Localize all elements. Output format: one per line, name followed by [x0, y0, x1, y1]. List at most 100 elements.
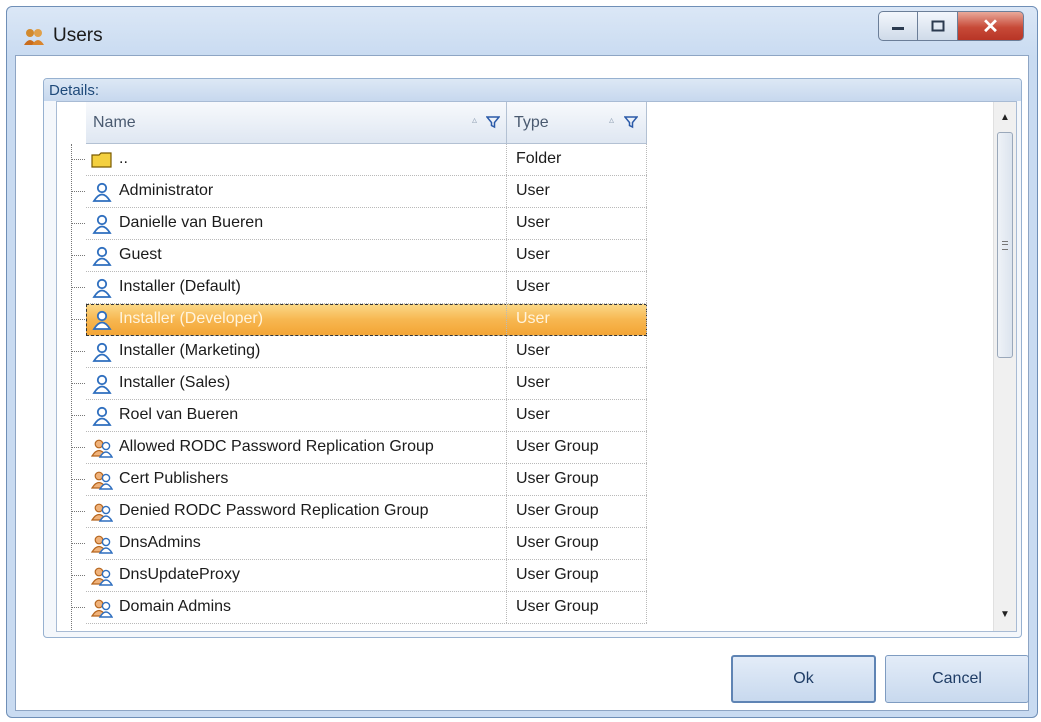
column-name-label: Name	[93, 114, 136, 131]
table-row[interactable]: Installer (Sales) User	[71, 368, 647, 400]
name-cell[interactable]: Allowed RODC Password Replication Group	[86, 432, 507, 463]
type-cell[interactable]: User	[507, 208, 647, 239]
table-row[interactable]: Installer (Marketing) User	[71, 336, 647, 368]
table-row[interactable]: Installer (Default) User	[71, 272, 647, 304]
tree-connector	[71, 479, 85, 480]
ok-button[interactable]: Ok	[731, 655, 876, 703]
user-icon	[92, 342, 112, 362]
row-name: Danielle van Bueren	[119, 214, 264, 231]
scroll-up-icon[interactable]: ▲	[994, 108, 1016, 128]
table-row[interactable]: Cert Publishers User Group	[71, 464, 647, 496]
tree-connector	[71, 159, 85, 160]
row-type: Folder	[516, 150, 562, 167]
name-cell[interactable]: DnsUpdateProxy	[86, 560, 507, 591]
name-cell[interactable]: Administrator	[86, 176, 507, 207]
row-name: Domain Admins	[119, 598, 232, 615]
column-header-type[interactable]: Type ▵	[507, 102, 647, 144]
folder-icon	[91, 152, 112, 168]
name-cell[interactable]: Domain Admins	[86, 592, 507, 623]
table-row[interactable]: Denied RODC Password Replication Group Us…	[71, 496, 647, 528]
close-icon: ✕	[982, 15, 999, 38]
sort-icon[interactable]: ▵	[609, 115, 614, 126]
vertical-scrollbar[interactable]: ▲ ▼	[993, 102, 1016, 631]
name-cell[interactable]: DnsAdmins	[86, 528, 507, 559]
row-name: Roel van Bueren	[119, 406, 239, 423]
cancel-button[interactable]: Cancel	[885, 655, 1029, 703]
tree-connector	[71, 575, 85, 576]
row-name: Installer (Marketing)	[119, 342, 261, 359]
table-row[interactable]: Danielle van Bueren User	[71, 208, 647, 240]
type-cell[interactable]: User Group	[507, 432, 647, 463]
table-row[interactable]: DnsAdmins User Group	[71, 528, 647, 560]
filter-icon[interactable]	[486, 115, 500, 129]
name-cell[interactable]: Cert Publishers	[86, 464, 507, 495]
type-cell[interactable]: User Group	[507, 592, 647, 623]
row-name: Installer (Developer)	[119, 310, 264, 327]
tree-connector	[71, 415, 85, 416]
type-cell[interactable]: User	[507, 176, 647, 207]
type-cell[interactable]: User Group	[507, 464, 647, 495]
tree-connector	[71, 191, 85, 192]
table-row[interactable]: DnsUpdateProxy User Group	[71, 560, 647, 592]
row-type: User	[516, 406, 550, 423]
name-cell[interactable]: Installer (Default)	[86, 272, 507, 303]
tree-connector	[71, 383, 85, 384]
title-bar[interactable]: Users ✕	[7, 7, 1037, 55]
row-type: User	[516, 310, 550, 327]
type-cell[interactable]: User	[507, 240, 647, 271]
row-name: Allowed RODC Password Replication Group	[119, 438, 434, 455]
type-cell[interactable]: User	[507, 336, 647, 367]
type-cell[interactable]: User	[507, 272, 647, 303]
row-name: Denied RODC Password Replication Group	[119, 502, 429, 519]
window-title: Users	[53, 25, 103, 46]
tree-connector	[71, 351, 85, 352]
user-icon	[92, 406, 112, 426]
minimize-button[interactable]	[878, 11, 918, 41]
name-cell[interactable]: Denied RODC Password Replication Group	[86, 496, 507, 527]
name-cell[interactable]: Roel van Bueren	[86, 400, 507, 431]
name-cell[interactable]: Installer (Sales)	[86, 368, 507, 399]
row-name: DnsAdmins	[119, 534, 201, 551]
user-icon	[92, 246, 112, 266]
type-cell[interactable]: Folder	[507, 144, 647, 175]
type-cell[interactable]: User	[507, 304, 647, 335]
row-type: User Group	[516, 566, 599, 583]
table-row[interactable]: Domain Admins User Group	[71, 592, 647, 624]
user-icon	[92, 182, 112, 202]
type-cell[interactable]: User	[507, 368, 647, 399]
column-header-name[interactable]: Name ▵	[86, 102, 507, 144]
table-row[interactable]: .. Folder	[71, 144, 647, 176]
details-label: Details:	[49, 82, 100, 99]
type-cell[interactable]: User Group	[507, 560, 647, 591]
type-cell[interactable]: User Group	[507, 528, 647, 559]
row-type: User Group	[516, 534, 599, 551]
close-button[interactable]: ✕	[958, 11, 1024, 41]
name-cell[interactable]: Installer (Developer)	[86, 304, 507, 335]
table-row[interactable]: Installer (Developer) User	[71, 304, 647, 336]
table-row[interactable]: Guest User	[71, 240, 647, 272]
table-row[interactable]: Roel van Bueren User	[71, 400, 647, 432]
scrollbar-thumb[interactable]	[997, 132, 1013, 358]
details-grid[interactable]: Name ▵ Type ▵ .. Folder Administrator User D…	[56, 101, 1017, 632]
row-type: User	[516, 342, 550, 359]
maximize-button[interactable]	[918, 11, 958, 41]
filter-icon[interactable]	[624, 115, 638, 129]
table-row[interactable]: Administrator User	[71, 176, 647, 208]
row-type: User Group	[516, 598, 599, 615]
name-cell[interactable]: Danielle van Bueren	[86, 208, 507, 239]
row-name: Installer (Default)	[119, 278, 241, 295]
user-group-icon	[91, 471, 113, 490]
name-cell[interactable]: Guest	[86, 240, 507, 271]
table-row[interactable]: Allowed RODC Password Replication Group U…	[71, 432, 647, 464]
type-cell[interactable]: User	[507, 400, 647, 431]
type-cell[interactable]: User Group	[507, 496, 647, 527]
name-cell[interactable]: ..	[86, 144, 507, 175]
row-type: User	[516, 182, 550, 199]
tree-connector	[71, 255, 85, 256]
tree-connector-line	[71, 144, 72, 631]
sort-icon[interactable]: ▵	[472, 115, 477, 126]
name-cell[interactable]: Installer (Marketing)	[86, 336, 507, 367]
scroll-down-icon[interactable]: ▼	[994, 605, 1016, 625]
row-type: User	[516, 278, 550, 295]
grip-icon	[1002, 241, 1008, 250]
